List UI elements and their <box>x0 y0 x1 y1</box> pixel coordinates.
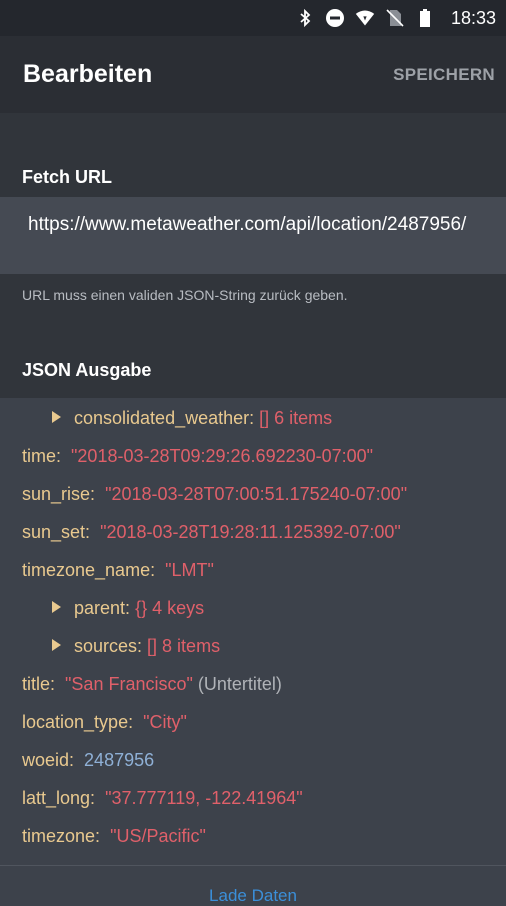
app-bar: Bearbeiten SPEICHERN <box>0 36 506 113</box>
json-row-latt-long: latt_long: "37.777119, -122.41964" <box>22 786 303 810</box>
load-data-button[interactable]: Lade Daten <box>0 886 506 906</box>
json-row-time: time: "2018-03-28T09:29:26.692230-07:00" <box>22 444 373 468</box>
url-value[interactable]: https://www.metaweather.com/api/location… <box>28 212 478 238</box>
json-meta: {} 4 keys <box>135 598 205 618</box>
fetch-url-heading: Fetch URL <box>22 167 112 187</box>
json-output: consolidated_weather: [] 6 items time: "… <box>0 398 506 866</box>
json-key: sun_set: <box>22 522 91 542</box>
divider <box>0 865 506 866</box>
json-value: "37.777119, -122.41964" <box>105 788 303 808</box>
json-row-timezone: timezone: "US/Pacific" <box>22 824 206 848</box>
expand-arrow-icon[interactable] <box>52 411 61 424</box>
json-row-sun-rise: sun_rise: "2018-03-28T07:00:51.175240-07… <box>22 482 407 506</box>
bluetooth-icon <box>300 8 311 28</box>
status-bar: 18:33 <box>0 0 506 36</box>
json-node-consolidated-weather[interactable]: consolidated_weather: [] 6 items <box>52 406 332 430</box>
json-value: "US/Pacific" <box>110 826 206 846</box>
status-icons: 18:33 <box>295 6 496 30</box>
json-note: (Untertitel) <box>197 674 282 694</box>
json-value: "2018-03-28T07:00:51.175240-07:00" <box>105 484 408 504</box>
wifi-icon <box>355 10 375 26</box>
json-row-woeid: woeid: 2487956 <box>22 748 154 772</box>
battery-icon <box>419 9 430 27</box>
json-value: 2487956 <box>84 750 155 770</box>
json-key: title: <box>22 674 56 694</box>
url-field[interactable]: https://www.metaweather.com/api/location… <box>0 197 506 274</box>
expand-arrow-icon[interactable] <box>52 601 61 614</box>
page-title: Bearbeiten <box>23 60 153 88</box>
json-value: "San Francisco" <box>65 674 193 694</box>
do-not-disturb-icon <box>325 9 344 27</box>
json-key: timezone_name: <box>22 560 156 580</box>
url-hint: URL muss einen validen JSON-String zurüc… <box>22 287 348 303</box>
json-key: latt_long: <box>22 788 96 808</box>
save-button[interactable]: SPEICHERN <box>393 65 495 85</box>
json-row-location-type: location_type: "City" <box>22 710 187 734</box>
json-key: timezone: <box>22 826 101 846</box>
json-key: parent: <box>74 598 131 618</box>
json-key: consolidated_weather: <box>74 408 255 428</box>
json-key: location_type: <box>22 712 134 732</box>
json-key: sources: <box>74 636 143 656</box>
json-row-timezone-name: timezone_name: "LMT" <box>22 558 214 582</box>
json-value: "2018-03-28T19:28:11.125392-07:00" <box>100 522 401 542</box>
json-row-title: title: "San Francisco" (Untertitel) <box>22 672 282 696</box>
json-value: "2018-03-28T09:29:26.692230-07:00" <box>71 446 374 466</box>
json-value: "LMT" <box>165 560 214 580</box>
no-sim-icon <box>386 9 404 27</box>
json-node-sources[interactable]: sources: [] 8 items <box>52 634 220 658</box>
status-time: 18:33 <box>450 7 496 28</box>
json-key: time: <box>22 446 62 466</box>
json-output-heading: JSON Ausgabe <box>22 360 152 380</box>
json-row-sun-set: sun_set: "2018-03-28T19:28:11.125392-07:… <box>22 520 401 544</box>
json-meta: [] 6 items <box>259 408 333 428</box>
json-node-parent[interactable]: parent: {} 4 keys <box>52 596 204 620</box>
json-key: woeid: <box>22 750 75 770</box>
json-meta: [] 8 items <box>147 636 221 656</box>
expand-arrow-icon[interactable] <box>52 639 61 652</box>
json-key: sun_rise: <box>22 484 96 504</box>
json-value: "City" <box>143 712 187 732</box>
